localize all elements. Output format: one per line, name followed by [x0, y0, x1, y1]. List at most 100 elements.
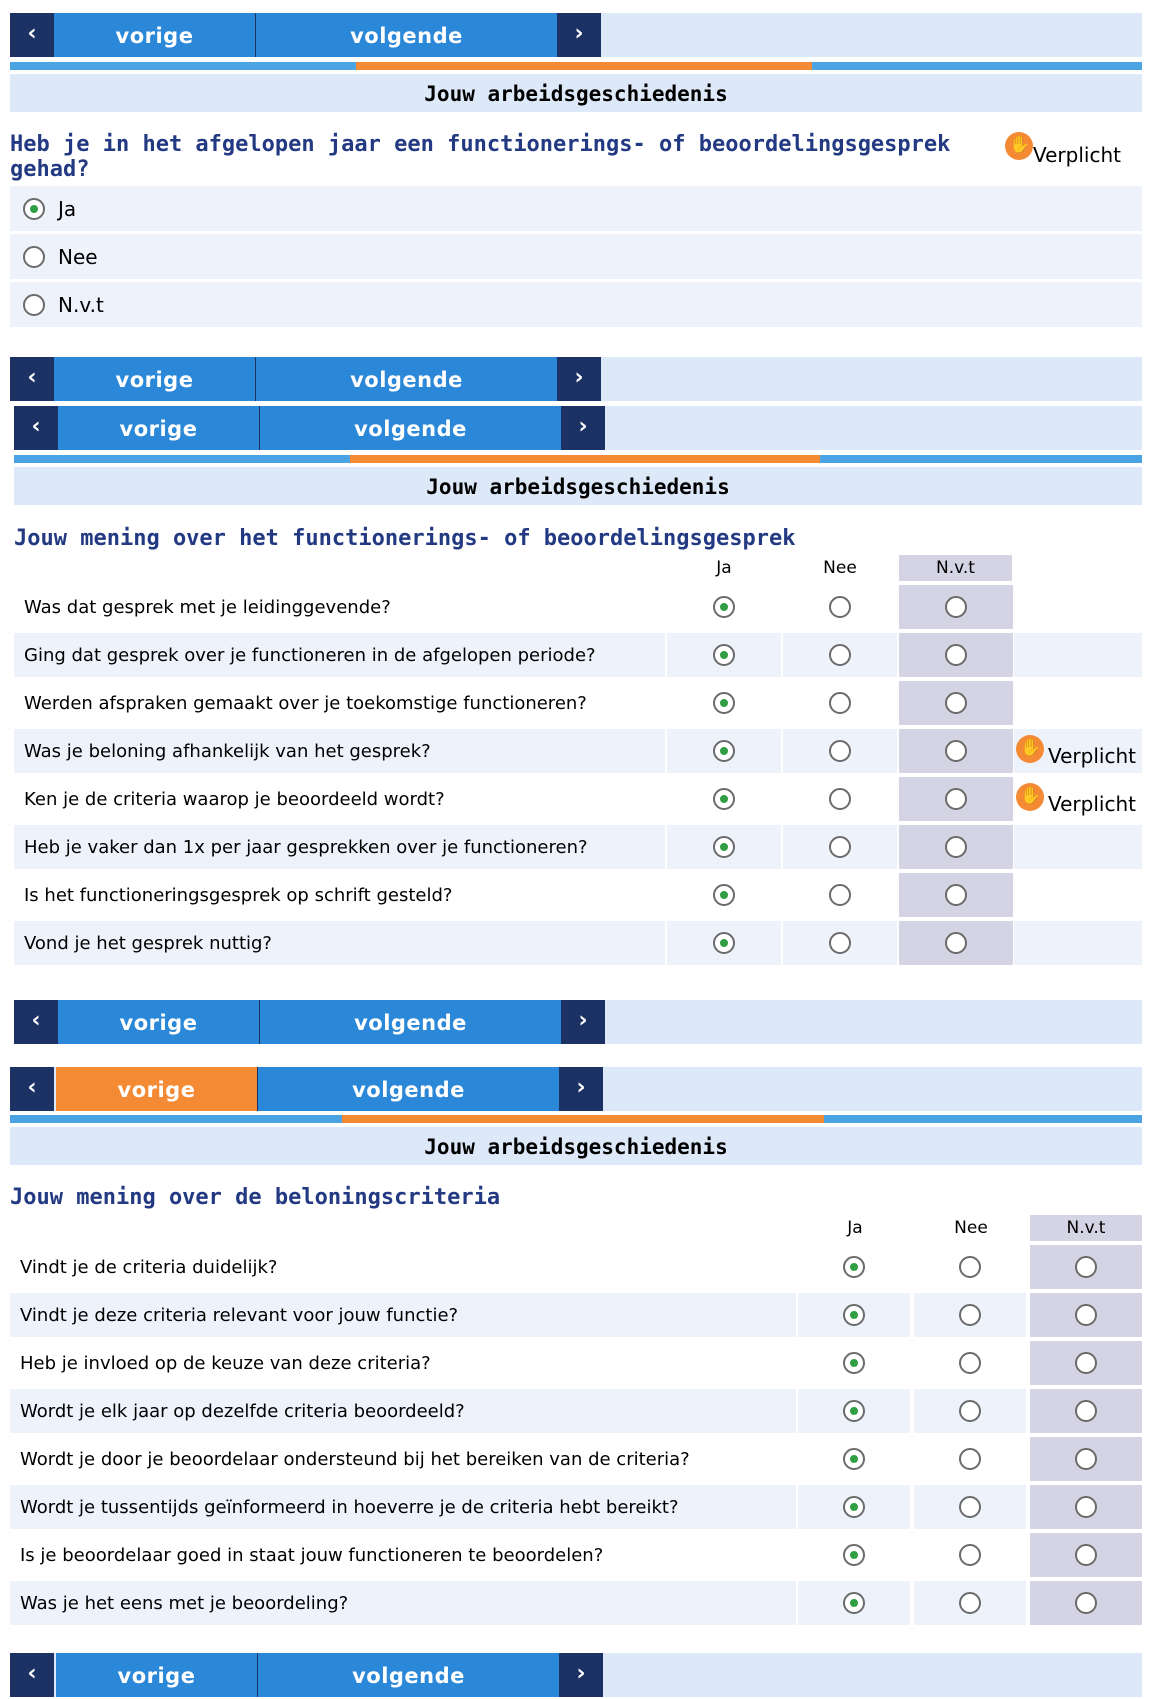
radio-nee[interactable]	[959, 1400, 981, 1422]
radio-ja[interactable]	[843, 1304, 865, 1326]
radio-nvt[interactable]	[1075, 1304, 1097, 1326]
radio-nvt[interactable]	[23, 294, 45, 316]
row-extra-cell	[1014, 873, 1142, 917]
radio-nee[interactable]	[829, 836, 851, 858]
radio-nee[interactable]	[829, 692, 851, 714]
radio-nvt[interactable]	[1075, 1592, 1097, 1614]
table-row: Werden afspraken gemaakt over je toekoms…	[14, 681, 1142, 726]
question-text: Vindt je deze criteria relevant voor jou…	[10, 1293, 796, 1337]
radio-ja[interactable]	[713, 884, 735, 906]
prev-button[interactable]: vorige	[56, 1653, 258, 1697]
chevron-right-icon[interactable]: ›	[561, 406, 605, 450]
cell-nvt	[1030, 1341, 1142, 1385]
chevron-left-icon[interactable]: ‹	[10, 357, 54, 401]
radio-nee[interactable]	[959, 1592, 981, 1614]
next-button[interactable]: volgende	[258, 1653, 559, 1697]
chevron-right-icon[interactable]: ›	[559, 1067, 603, 1111]
radio-ja[interactable]	[713, 644, 735, 666]
prev-button[interactable]: vorige	[54, 13, 256, 57]
chevron-left-icon[interactable]: ‹	[10, 1653, 54, 1697]
next-button[interactable]: volgende	[258, 1067, 559, 1111]
radio-nvt[interactable]	[1075, 1544, 1097, 1566]
radio-nee[interactable]	[23, 246, 45, 268]
cell-nee	[914, 1341, 1026, 1385]
radio-ja[interactable]	[713, 596, 735, 618]
option-label: Ja	[58, 197, 77, 221]
radio-nee[interactable]	[829, 932, 851, 954]
next-button[interactable]: volgende	[260, 406, 561, 450]
cell-nee	[783, 681, 897, 725]
prev-button[interactable]: vorige	[58, 1000, 260, 1044]
table-row: Is het functioneringsgesprek op schrift …	[14, 873, 1142, 918]
radio-nee[interactable]	[959, 1448, 981, 1470]
chevron-left-icon[interactable]: ‹	[14, 406, 58, 450]
cell-ja	[798, 1581, 910, 1625]
radio-ja[interactable]	[713, 692, 735, 714]
radio-nvt[interactable]	[945, 644, 967, 666]
radio-ja[interactable]	[843, 1256, 865, 1278]
cell-nvt	[899, 777, 1013, 821]
chevron-left-icon[interactable]: ‹	[10, 1067, 54, 1111]
radio-nvt[interactable]	[1075, 1256, 1097, 1278]
option-nvt[interactable]: N.v.t	[10, 282, 1142, 327]
radio-nvt[interactable]	[945, 788, 967, 810]
question-text: Wordt je door je beoordelaar ondersteund…	[20, 1449, 690, 1470]
radio-ja[interactable]	[713, 932, 735, 954]
radio-ja[interactable]	[713, 836, 735, 858]
radio-ja[interactable]	[843, 1352, 865, 1374]
prev-button[interactable]: vorige	[54, 357, 256, 401]
radio-ja[interactable]	[843, 1496, 865, 1518]
radio-ja[interactable]	[843, 1544, 865, 1566]
radio-nvt[interactable]	[945, 884, 967, 906]
table-row: Wordt je tussentijds geïnformeerd in hoe…	[10, 1485, 1142, 1530]
chevron-right-icon[interactable]: ›	[557, 357, 601, 401]
radio-nvt[interactable]	[1075, 1448, 1097, 1470]
question-text: Heb je invloed op de keuze van deze crit…	[20, 1353, 431, 1374]
radio-nvt[interactable]	[1075, 1496, 1097, 1518]
radio-ja[interactable]	[843, 1400, 865, 1422]
next-button[interactable]: volgende	[260, 1000, 561, 1044]
radio-nvt[interactable]	[1075, 1400, 1097, 1422]
table-row: Was dat gesprek met je leidinggevende?	[14, 585, 1142, 630]
radio-nvt[interactable]	[945, 932, 967, 954]
question-text: Heb je vaker dan 1x per jaar gesprekken …	[14, 825, 665, 869]
radio-ja[interactable]	[713, 740, 735, 762]
chevron-right-icon[interactable]: ›	[559, 1653, 603, 1697]
required-indicator: Verplicht	[1005, 132, 1121, 167]
radio-ja[interactable]	[713, 788, 735, 810]
next-button[interactable]: volgende	[256, 13, 557, 57]
option-ja[interactable]: Ja	[10, 186, 1142, 231]
radio-nvt[interactable]	[1075, 1352, 1097, 1374]
row-extra-cell	[1014, 681, 1142, 725]
prev-button[interactable]: vorige	[58, 406, 260, 450]
chevron-right-icon[interactable]: ›	[557, 13, 601, 57]
radio-nee[interactable]	[959, 1304, 981, 1326]
chevron-right-icon[interactable]: ›	[561, 1000, 605, 1044]
chevron-left-icon[interactable]: ‹	[14, 1000, 58, 1044]
table-row: Is je beoordelaar goed in staat jouw fun…	[10, 1533, 1142, 1578]
radio-nee[interactable]	[959, 1496, 981, 1518]
prev-button[interactable]: vorige	[56, 1067, 258, 1111]
radio-ja[interactable]	[843, 1592, 865, 1614]
nav-bar-top-1: ‹ vorige volgende ›	[10, 13, 1142, 57]
radio-nee[interactable]	[959, 1256, 981, 1278]
chevron-left-icon[interactable]: ‹	[10, 13, 54, 57]
radio-nvt[interactable]	[945, 836, 967, 858]
radio-nee[interactable]	[829, 740, 851, 762]
radio-nee[interactable]	[829, 644, 851, 666]
radio-nee[interactable]	[959, 1544, 981, 1566]
radio-ja[interactable]	[843, 1448, 865, 1470]
radio-nee[interactable]	[829, 788, 851, 810]
cell-ja	[798, 1341, 910, 1385]
option-nee[interactable]: Nee	[10, 234, 1142, 279]
required-label: Verplicht	[1033, 142, 1121, 167]
next-button[interactable]: volgende	[256, 357, 557, 401]
radio-nvt[interactable]	[945, 740, 967, 762]
radio-nee[interactable]	[829, 596, 851, 618]
radio-nee[interactable]	[959, 1352, 981, 1374]
radio-nvt[interactable]	[945, 692, 967, 714]
radio-nvt[interactable]	[945, 596, 967, 618]
radio-nee[interactable]	[829, 884, 851, 906]
cell-ja	[667, 681, 781, 725]
radio-ja[interactable]	[23, 198, 45, 220]
